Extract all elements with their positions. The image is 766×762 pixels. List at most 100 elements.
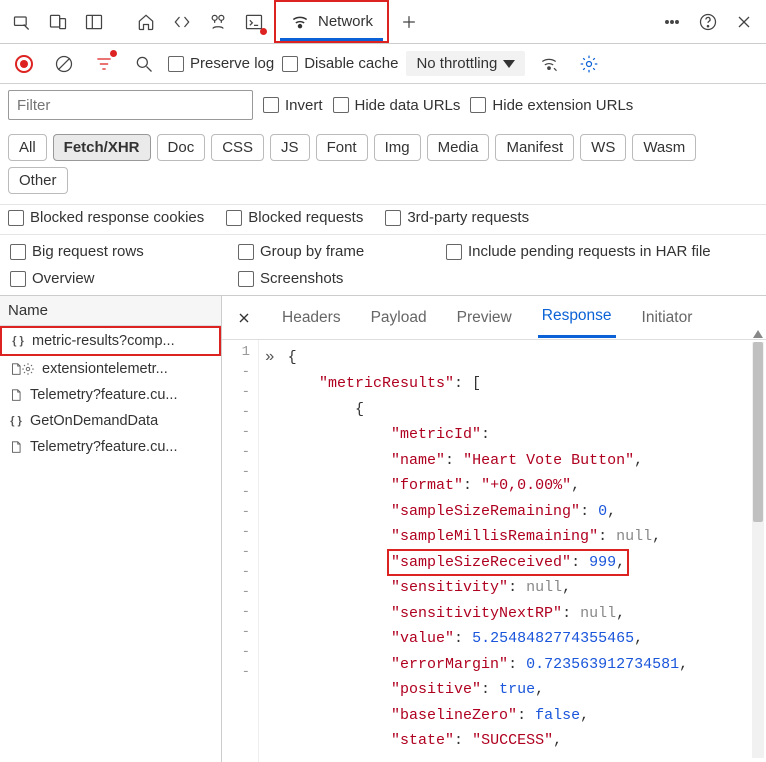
line-number: - — [222, 540, 258, 560]
big-request-rows-checkbox[interactable]: Big request rows — [10, 243, 210, 260]
hide-extension-urls-checkbox[interactable]: Hide extension URLs — [470, 97, 633, 114]
elements-tab-icon[interactable] — [166, 6, 198, 38]
include-pending-har-checkbox[interactable]: Include pending requests in HAR file — [446, 243, 756, 260]
request-list: metric-results?comp... extensiontelemetr.… — [0, 326, 221, 762]
type-filter-chips: AllFetch/XHRDocCSSJSFontImgMediaManifest… — [8, 130, 758, 198]
disable-cache-checkbox[interactable]: Disable cache — [282, 55, 398, 72]
line-number: - — [222, 620, 258, 640]
detail-tab-payload[interactable]: Payload — [367, 299, 431, 337]
line-gutter: 1---------------- — [222, 340, 259, 762]
type-chip-ws[interactable]: WS — [580, 134, 626, 161]
line-number: - — [222, 420, 258, 440]
throttling-label: No throttling — [416, 55, 497, 72]
request-row[interactable]: GetOnDemandData — [0, 408, 221, 434]
scrollbar[interactable] — [752, 342, 764, 758]
help-icon[interactable] — [692, 6, 724, 38]
type-chip-fetchxhr[interactable]: Fetch/XHR — [53, 134, 151, 161]
hide-ext-urls-label: Hide extension URLs — [492, 97, 633, 114]
type-chip-css[interactable]: CSS — [211, 134, 264, 161]
request-name: GetOnDemandData — [30, 413, 158, 429]
type-chip-img[interactable]: Img — [374, 134, 421, 161]
filter-toggle-icon[interactable] — [88, 48, 120, 80]
close-detail-icon[interactable] — [232, 306, 256, 330]
record-button[interactable] — [8, 48, 40, 80]
json-icon — [8, 413, 24, 429]
third-party-label: 3rd-party requests — [407, 209, 529, 226]
line-number: - — [222, 360, 258, 380]
include-pending-label: Include pending requests in HAR file — [468, 243, 711, 260]
network-tab[interactable]: Network — [274, 0, 389, 43]
blocked-requests-label: Blocked requests — [248, 209, 363, 226]
line-number: 1 — [222, 340, 258, 360]
type-chip-wasm[interactable]: Wasm — [632, 134, 696, 161]
screenshots-label: Screenshots — [260, 270, 343, 287]
invert-checkbox[interactable]: Invert — [263, 97, 323, 114]
type-chip-font[interactable]: Font — [316, 134, 368, 161]
inspect-icon[interactable] — [6, 6, 38, 38]
line-number: - — [222, 580, 258, 600]
dock-side-icon[interactable] — [78, 6, 110, 38]
console-tab-icon[interactable] — [238, 6, 270, 38]
blocked-resp-cookies-label: Blocked response cookies — [30, 209, 204, 226]
request-name: Telemetry?feature.cu... — [30, 439, 178, 455]
request-row[interactable]: metric-results?comp... — [0, 326, 221, 356]
line-number: - — [222, 560, 258, 580]
search-icon[interactable] — [128, 48, 160, 80]
group-by-frame-checkbox[interactable]: Group by frame — [238, 243, 418, 260]
response-body: 1---------------- » { "metricResults": [… — [222, 340, 766, 762]
hide-data-urls-checkbox[interactable]: Hide data URLs — [333, 97, 461, 114]
screenshots-checkbox[interactable]: Screenshots — [238, 270, 418, 287]
more-icon[interactable] — [656, 6, 688, 38]
preserve-log-checkbox[interactable]: Preserve log — [168, 55, 274, 72]
detail-tab-initiator[interactable]: Initiator — [638, 299, 697, 337]
throttling-select[interactable]: No throttling — [406, 51, 525, 76]
line-number: - — [222, 480, 258, 500]
blocked-requests-checkbox[interactable]: Blocked requests — [226, 209, 363, 226]
type-chip-manifest[interactable]: Manifest — [495, 134, 574, 161]
type-chip-js[interactable]: JS — [270, 134, 310, 161]
scrollbar-thumb[interactable] — [753, 342, 763, 522]
network-conditions-icon[interactable] — [533, 48, 565, 80]
gear-icon — [20, 361, 36, 377]
hide-data-urls-label: Hide data URLs — [355, 97, 461, 114]
line-number: - — [222, 640, 258, 660]
network-split: Name metric-results?comp... extensiontele… — [0, 296, 766, 762]
json-viewer[interactable]: » { "metricResults": [ { "metricId": "na… — [259, 340, 766, 762]
request-name: metric-results?comp... — [32, 333, 175, 349]
request-row[interactable]: Telemetry?feature.cu... — [0, 382, 221, 408]
detail-tab-response[interactable]: Response — [538, 297, 616, 338]
line-number: - — [222, 660, 258, 680]
name-column-header: Name — [0, 296, 221, 326]
devtools-tabstrip: Network — [0, 0, 766, 44]
line-number: - — [222, 460, 258, 480]
close-devtools-icon[interactable] — [728, 6, 760, 38]
request-detail-pane: Headers Payload Preview Response Initiator 1… — [222, 296, 766, 762]
filter-input[interactable] — [8, 90, 253, 120]
settings-icon[interactable] — [573, 48, 605, 80]
request-list-pane: Name metric-results?comp... extensiontele… — [0, 296, 222, 762]
blocked-response-cookies-checkbox[interactable]: Blocked response cookies — [8, 209, 204, 226]
type-chip-doc[interactable]: Doc — [157, 134, 206, 161]
detail-tab-preview[interactable]: Preview — [453, 299, 516, 337]
line-number: - — [222, 520, 258, 540]
overview-checkbox[interactable]: Overview — [10, 270, 210, 287]
overview-label: Overview — [32, 270, 95, 287]
welcome-tab-icon[interactable] — [130, 6, 162, 38]
type-chip-media[interactable]: Media — [427, 134, 490, 161]
request-row[interactable]: Telemetry?feature.cu... — [0, 434, 221, 460]
network-toolbar: Preserve log Disable cache No throttling — [0, 44, 766, 84]
blocked-filters-row: Blocked response cookies Blocked request… — [0, 205, 766, 235]
new-tab-icon[interactable] — [393, 6, 425, 38]
line-number: - — [222, 500, 258, 520]
disable-cache-label: Disable cache — [304, 55, 398, 72]
type-chip-all[interactable]: All — [8, 134, 47, 161]
detail-tab-headers[interactable]: Headers — [278, 299, 345, 337]
third-party-checkbox[interactable]: 3rd-party requests — [385, 209, 529, 226]
device-toggle-icon[interactable] — [42, 6, 74, 38]
clear-button[interactable] — [48, 48, 80, 80]
detail-tabs: Headers Payload Preview Response Initiator — [222, 296, 766, 340]
type-chip-other[interactable]: Other — [8, 167, 68, 194]
sources-tab-icon[interactable] — [202, 6, 234, 38]
document-icon — [8, 387, 24, 403]
request-row[interactable]: extensiontelemetr... — [0, 356, 221, 382]
